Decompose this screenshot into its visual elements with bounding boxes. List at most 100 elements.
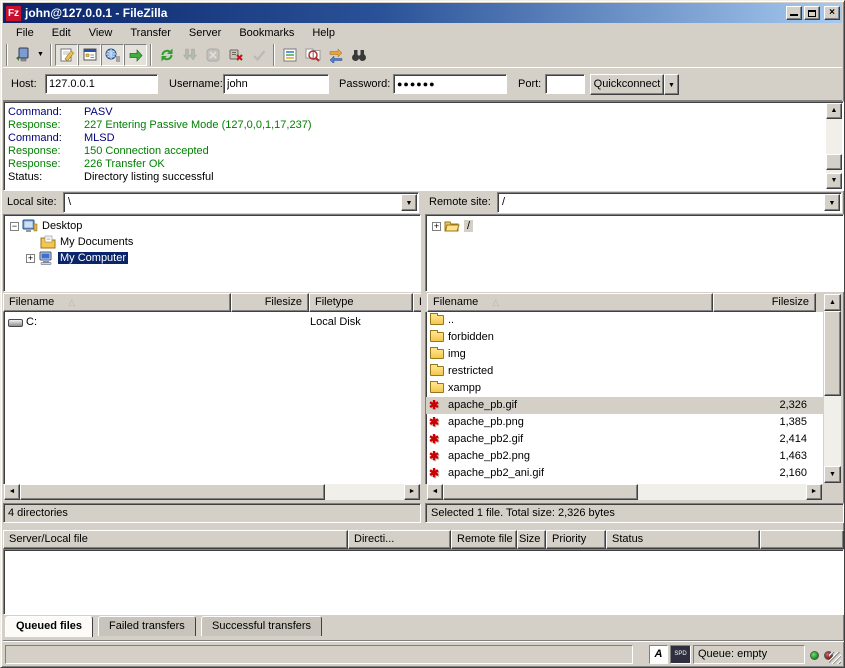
scroll-thumb[interactable]: [824, 311, 841, 396]
site-manager-dropdown[interactable]: ▼: [34, 44, 47, 66]
log-scroll-down-button[interactable]: ▼: [826, 173, 842, 189]
synchronized-browsing-button[interactable]: [324, 44, 347, 66]
remote-status-text: Selected 1 file. Total size: 2,326 bytes: [431, 507, 615, 519]
scroll-right-button[interactable]: ►: [806, 484, 822, 500]
column-header-filesize[interactable]: Filesize: [713, 293, 816, 312]
menu-view[interactable]: View: [80, 25, 122, 41]
log-scroll-up-button[interactable]: ▲: [826, 103, 842, 119]
username-input[interactable]: [223, 74, 329, 94]
speed-limit-indicator-icon[interactable]: SPD: [670, 645, 691, 664]
queue-column-status[interactable]: Status: [606, 530, 760, 549]
tree-item-root[interactable]: + /: [432, 218, 473, 234]
sort-ascending-icon: △: [492, 297, 499, 307]
disconnect-button[interactable]: [224, 44, 247, 66]
queue-column-direction[interactable]: Directi...: [348, 530, 451, 549]
scroll-thumb[interactable]: [443, 484, 638, 500]
password-input[interactable]: [393, 74, 507, 94]
toggle-local-tree-button[interactable]: [78, 44, 101, 66]
remote-file-row[interactable]: forbidden: [426, 329, 823, 346]
column-header-filename[interactable]: Filename△: [3, 293, 231, 312]
queue-column-priority[interactable]: Priority: [546, 530, 606, 549]
column-header-filesize[interactable]: Filesize: [231, 293, 309, 312]
refresh-button[interactable]: [155, 44, 178, 66]
remote-file-row[interactable]: ✱apache_pb2.png1,463: [426, 448, 823, 465]
toolbar-separator: [50, 44, 52, 66]
remote-file-row-selected[interactable]: ✱apache_pb.gif2,326: [426, 397, 823, 414]
remote-site-dropdown-icon[interactable]: ▼: [824, 194, 840, 211]
remote-file-row[interactable]: img: [426, 346, 823, 363]
image-file-icon: ✱: [429, 432, 439, 446]
cancel-icon: [205, 47, 221, 63]
menu-server[interactable]: Server: [180, 25, 230, 41]
queue-column-remote-file[interactable]: Remote file: [451, 530, 517, 549]
quickconnect-dropdown[interactable]: ▼: [664, 74, 679, 95]
scroll-left-button[interactable]: ◄: [427, 484, 443, 500]
queue-body[interactable]: [3, 549, 844, 615]
column-header-last-modified[interactable]: L: [413, 293, 421, 312]
local-site-dropdown-icon[interactable]: ▼: [401, 194, 417, 211]
remote-file-row[interactable]: restricted: [426, 363, 823, 380]
maximize-button[interactable]: [804, 6, 820, 20]
transfer-type-indicator-icon[interactable]: A: [649, 645, 668, 664]
tree-item-my-documents[interactable]: My Documents: [40, 234, 133, 250]
close-icon: ×: [829, 7, 835, 18]
queue-column-size[interactable]: Size: [517, 530, 546, 549]
scroll-down-button[interactable]: ▼: [824, 466, 841, 483]
local-tree-icon: [82, 47, 98, 63]
minimize-button[interactable]: [786, 6, 802, 20]
local-list-header: Filename△ Filesize Filetype L: [3, 293, 421, 312]
tree-item-my-computer[interactable]: + My Computer: [26, 250, 128, 266]
reconnect-button[interactable]: [247, 44, 270, 66]
process-queue-button[interactable]: [178, 44, 201, 66]
remote-file-row[interactable]: ✱apache_pb2.gif2,414: [426, 431, 823, 448]
tab-queued-files[interactable]: Queued files: [5, 616, 93, 637]
filter-button[interactable]: [278, 44, 301, 66]
remote-file-row[interactable]: ..: [426, 312, 823, 329]
toggle-message-log-button[interactable]: [55, 44, 78, 66]
toggle-remote-tree-button[interactable]: [101, 44, 124, 66]
menu-bookmarks[interactable]: Bookmarks: [230, 25, 303, 41]
sort-ascending-icon: △: [68, 297, 75, 307]
menu-transfer[interactable]: Transfer: [121, 25, 180, 41]
find-files-button[interactable]: [347, 44, 370, 66]
expand-icon[interactable]: +: [432, 222, 441, 231]
scroll-thumb[interactable]: [20, 484, 325, 500]
log-scroll-thumb[interactable]: [826, 154, 842, 170]
tab-successful-transfers[interactable]: Successful transfers: [201, 616, 322, 636]
close-button[interactable]: ×: [824, 6, 840, 20]
port-input[interactable]: [545, 74, 585, 94]
remote-file-row[interactable]: xampp: [426, 380, 823, 397]
local-site-value: \: [68, 196, 71, 208]
scroll-right-button[interactable]: ►: [404, 484, 420, 500]
scroll-left-button[interactable]: ◄: [4, 484, 20, 500]
menu-file[interactable]: File: [7, 25, 43, 41]
remote-file-row[interactable]: ✱apache_pb2_ani.gif2,160: [426, 465, 823, 482]
title-bar[interactable]: Fz john@127.0.0.1 - FileZilla ×: [3, 3, 842, 23]
tab-failed-transfers[interactable]: Failed transfers: [98, 616, 196, 636]
username-label: Username:: [169, 78, 223, 90]
remote-vscrollbar: ▲ ▼: [823, 293, 842, 484]
resize-grip[interactable]: [829, 652, 841, 664]
remote-file-row[interactable]: ✱apache_pb.png1,385: [426, 414, 823, 431]
collapse-icon[interactable]: −: [10, 222, 19, 231]
column-header-filename[interactable]: Filename△: [427, 293, 713, 312]
menu-help[interactable]: Help: [303, 25, 344, 41]
minimize-icon: [790, 14, 798, 16]
expand-icon[interactable]: +: [26, 254, 35, 263]
image-file-icon: ✱: [429, 466, 439, 480]
queue-column-server-local-file[interactable]: Server/Local file: [3, 530, 348, 549]
column-header-filetype[interactable]: Filetype: [309, 293, 413, 312]
quickconnect-button[interactable]: Quickconnect: [590, 74, 664, 95]
toggle-transfer-queue-button[interactable]: [124, 44, 147, 66]
toolbar-separator: [6, 44, 8, 66]
remote-site-combo[interactable]: / ▼: [497, 192, 842, 213]
host-input[interactable]: [45, 74, 158, 94]
local-file-row[interactable]: C: Local Disk: [4, 314, 420, 331]
cancel-operation-button[interactable]: [201, 44, 224, 66]
site-manager-button[interactable]: [11, 44, 34, 66]
local-site-combo[interactable]: \ ▼: [63, 192, 419, 213]
directory-comparison-button[interactable]: [301, 44, 324, 66]
tree-item-desktop[interactable]: − Desktop: [10, 218, 82, 234]
scroll-up-button[interactable]: ▲: [824, 294, 841, 311]
menu-edit[interactable]: Edit: [43, 25, 80, 41]
